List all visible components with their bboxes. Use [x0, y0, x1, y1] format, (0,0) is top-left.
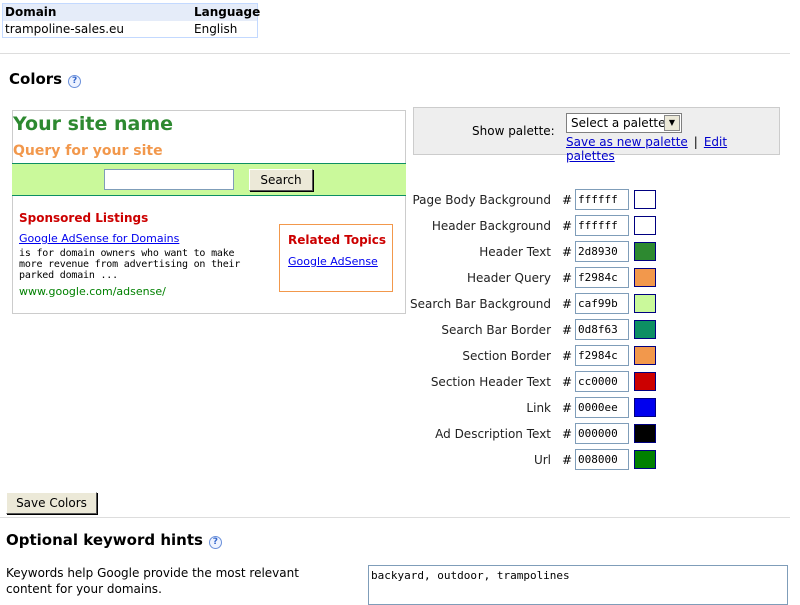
ad-description: is for domain owners who want to make mo…: [19, 248, 241, 281]
site-name: Your site name: [13, 113, 174, 135]
color-hex-input[interactable]: f2984c: [575, 267, 629, 288]
color-row-label: Search Bar Border: [441, 323, 551, 337]
save-palette-link[interactable]: Save as new palette: [566, 135, 688, 149]
keywords-heading: Optional keyword hints?: [6, 531, 222, 549]
language-column-header: Language: [194, 5, 261, 19]
domain-cell: trampoline-sales.eu: [5, 22, 125, 36]
color-row: Section Border # f2984c: [400, 345, 660, 367]
hash-symbol: #: [562, 427, 573, 441]
color-row: Search Bar Border #0d8f63: [400, 319, 660, 341]
color-row-label: Ad Description Text: [435, 427, 551, 441]
hash-symbol: #: [562, 349, 573, 363]
color-row-label: Search Bar Background: [410, 297, 551, 311]
color-swatch[interactable]: [634, 450, 656, 469]
color-swatch[interactable]: [634, 268, 656, 287]
hash-symbol: #: [562, 401, 573, 415]
hash-symbol: #: [562, 453, 573, 467]
ad-link[interactable]: Google AdSense for Domains: [19, 232, 179, 245]
color-row-label: Page Body Background: [412, 193, 551, 207]
language-cell: English: [194, 22, 238, 36]
color-row: Header Text #2d8930: [400, 241, 660, 263]
color-row: Page Body Background # ffffff: [400, 189, 660, 211]
color-row-label: Header Query: [467, 271, 551, 285]
divider: [0, 53, 790, 54]
color-swatch[interactable]: [634, 242, 656, 261]
related-topic-link[interactable]: Google AdSense: [288, 255, 378, 268]
domain-column-header: Domain: [5, 5, 57, 19]
search-button[interactable]: Search: [249, 169, 313, 191]
color-hex-input[interactable]: 008000: [575, 449, 629, 470]
keywords-textarea[interactable]: backyard, outdoor, trampolines: [368, 565, 788, 605]
help-icon[interactable]: ?: [68, 75, 82, 88]
color-hex-input[interactable]: 2d8930: [575, 241, 629, 262]
hash-symbol: #: [562, 375, 573, 389]
hash-symbol: #: [562, 245, 573, 259]
color-hex-input[interactable]: ffffff: [575, 215, 629, 236]
chevron-down-icon[interactable]: ▼: [664, 115, 680, 131]
color-row: Ad Description Text #000000: [400, 423, 660, 445]
color-swatch[interactable]: [634, 320, 656, 339]
palette-selected-value: Select a palette: [571, 116, 666, 130]
color-row-label: Section Header Text: [430, 375, 551, 389]
color-row-label: Header Background: [431, 219, 551, 233]
search-bar: Search: [12, 163, 406, 196]
color-swatch[interactable]: [634, 372, 656, 391]
ad-url: www.google.com/adsense/: [19, 285, 166, 298]
color-row: Header Query # f2984c: [400, 267, 660, 289]
color-row: Header Background # ffffff: [400, 215, 660, 237]
color-row-label: Header Text: [479, 245, 551, 259]
color-hex-input[interactable]: f2984c: [575, 345, 629, 366]
divider: [0, 517, 790, 518]
color-hex-input[interactable]: 0d8f63: [575, 319, 629, 340]
separator: |: [693, 135, 698, 149]
colors-title: Colors: [9, 70, 63, 88]
hash-symbol: #: [562, 271, 573, 285]
color-row: Section Header Text # cc0000: [400, 371, 660, 393]
color-row: Link #0000ee: [400, 397, 660, 419]
hash-symbol: #: [562, 323, 573, 337]
related-topics-box: Related Topics Google AdSense: [279, 224, 393, 292]
color-hex-input[interactable]: 000000: [575, 423, 629, 444]
palette-select[interactable]: Select a palette ▼: [566, 113, 682, 133]
keywords-description: Keywords help Google provide the most re…: [6, 566, 299, 596]
palette-links: Save as new palette | Edit palettes: [566, 135, 779, 163]
color-hex-input[interactable]: 0000ee: [575, 397, 629, 418]
color-row: Url #008000: [400, 449, 660, 471]
site-query: Query for your site: [13, 143, 163, 159]
color-row-label: Url: [533, 453, 551, 467]
color-row-label: Section Border: [462, 349, 551, 363]
color-swatch[interactable]: [634, 346, 656, 365]
color-row: Search Bar Background # caf99b: [400, 293, 660, 315]
color-swatch[interactable]: [634, 294, 656, 313]
help-icon[interactable]: ?: [208, 536, 222, 549]
palette-label: Show palette:: [472, 124, 555, 138]
hash-symbol: #: [562, 297, 573, 311]
save-colors-button[interactable]: Save Colors: [6, 492, 97, 514]
hash-symbol: #: [562, 193, 573, 207]
ad-preview: Your site name Query for your site Searc…: [12, 110, 406, 314]
related-topics-title: Related Topics: [288, 233, 387, 247]
color-swatch[interactable]: [634, 190, 656, 209]
colors-heading: Colors?: [9, 70, 82, 88]
search-input[interactable]: [104, 169, 234, 190]
color-swatch[interactable]: [634, 424, 656, 443]
color-hex-input[interactable]: ffffff: [575, 189, 629, 210]
color-swatch[interactable]: [634, 398, 656, 417]
color-hex-input[interactable]: cc0000: [575, 371, 629, 392]
domain-table: Domain Language trampoline-sales.eu Engl…: [2, 3, 261, 38]
color-swatch[interactable]: [634, 216, 656, 235]
sponsored-listings-title: Sponsored Listings: [19, 211, 149, 225]
color-row-label: Link: [526, 401, 551, 415]
palette-box: Show palette: Select a palette ▼ Save as…: [413, 107, 780, 163]
hash-symbol: #: [562, 219, 573, 233]
color-hex-input[interactable]: caf99b: [575, 293, 629, 314]
keywords-title: Optional keyword hints: [6, 531, 203, 549]
